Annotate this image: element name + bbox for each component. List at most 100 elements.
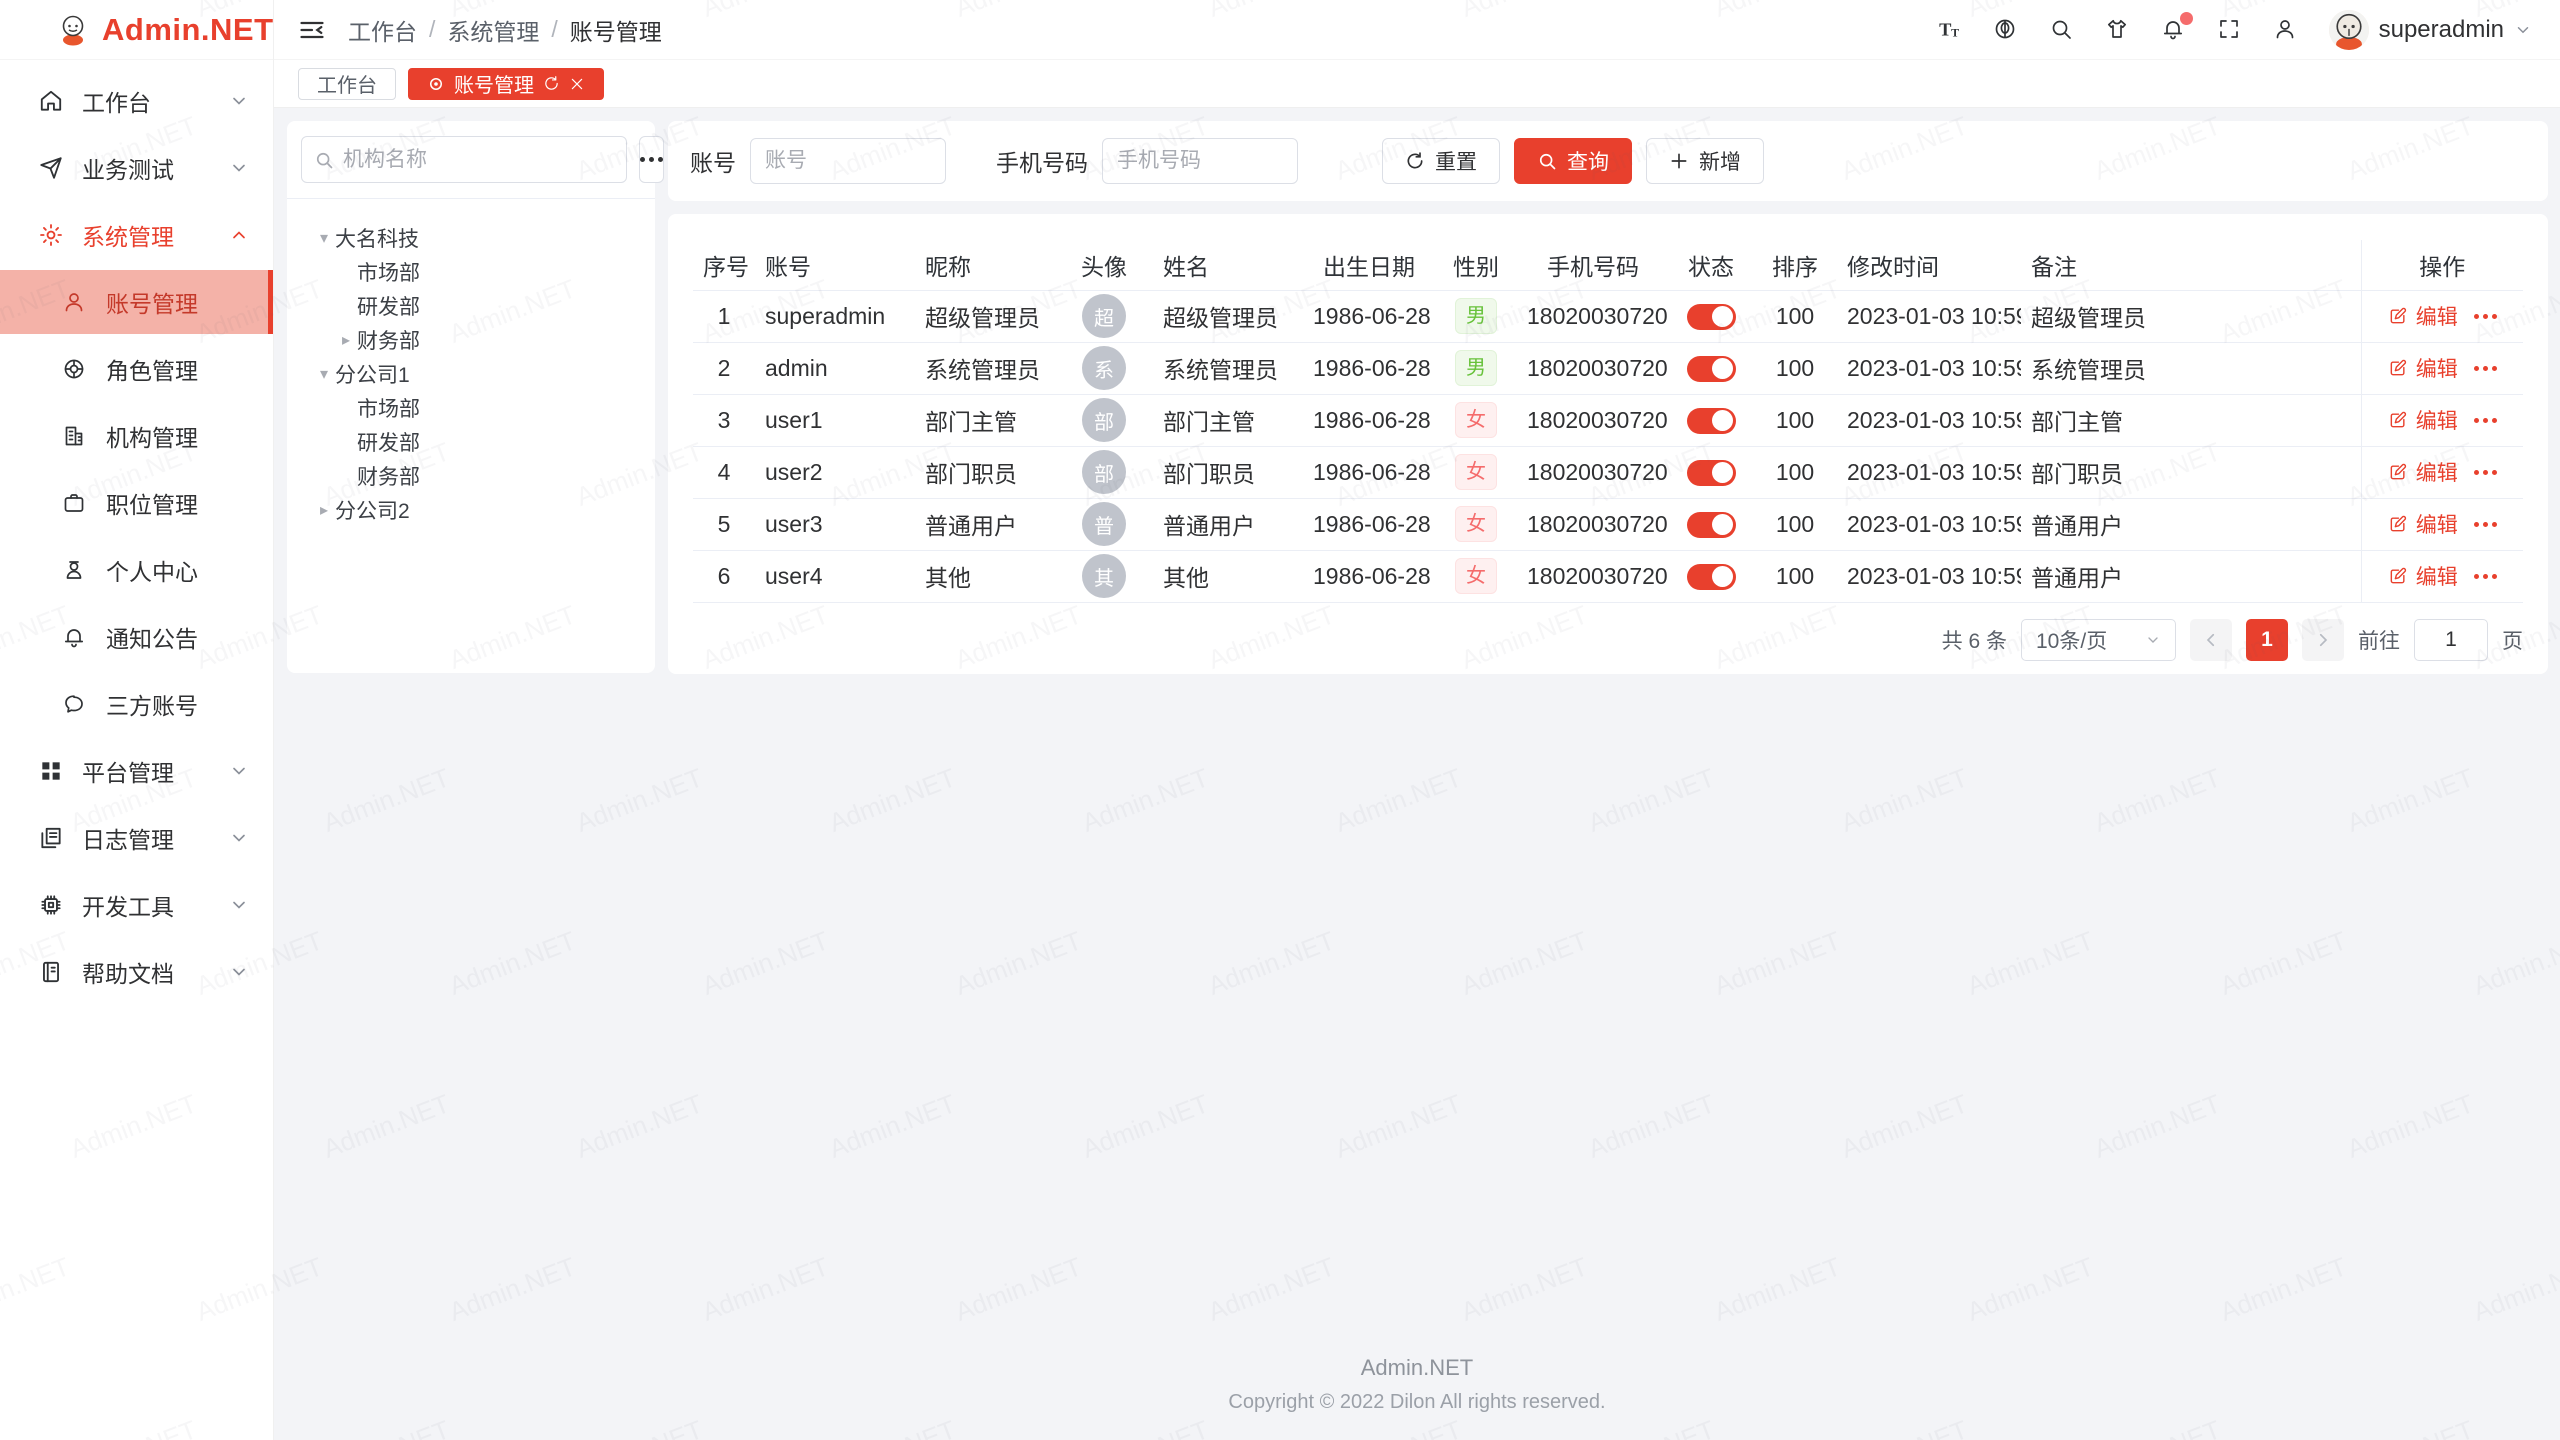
person-icon[interactable] xyxy=(2273,17,2299,43)
sidebar-item-4[interactable]: 日志管理 xyxy=(0,806,273,870)
sidebar-subitem-0[interactable]: 账号管理 xyxy=(0,270,273,334)
tree-node-财务部[interactable]: 财务部 xyxy=(295,459,647,493)
column-header-备注: 备注 xyxy=(2021,240,2361,290)
profile-icon xyxy=(62,558,88,582)
tree-node-研发部[interactable]: 研发部 xyxy=(295,425,647,459)
table-row-user4: 6user4其他其其他1986-06-28女180200307201002023… xyxy=(693,550,2523,602)
menu-collapse-icon[interactable] xyxy=(298,16,326,44)
status-toggle[interactable] xyxy=(1687,356,1736,382)
sidebar-subitem-1[interactable]: 角色管理 xyxy=(0,337,273,401)
sidebar-subitem-3[interactable]: 职位管理 xyxy=(0,471,273,535)
status-toggle[interactable] xyxy=(1687,460,1736,486)
remark-cell: 部门主管 xyxy=(2021,394,2361,446)
org-more-button[interactable] xyxy=(639,136,664,183)
org-tree: ▾大名科技市场部研发部▸财务部▾分公司1市场部研发部财务部▸分公司2 xyxy=(287,199,655,549)
page-number-button[interactable]: 1 xyxy=(2246,619,2288,661)
phone-input[interactable] xyxy=(1102,138,1298,184)
user-icon xyxy=(62,290,88,314)
more-actions-button[interactable] xyxy=(2474,366,2497,371)
more-actions-button[interactable] xyxy=(2474,522,2497,527)
table-row-user2: 4user2部门职员部部门职员1986-06-28女18020030720100… xyxy=(693,446,2523,498)
edit-button[interactable]: 编辑 xyxy=(2388,353,2458,383)
nickname-cell: 其他 xyxy=(915,550,1055,602)
tree-node-市场部[interactable]: 市场部 xyxy=(295,391,647,425)
fullscreen-icon[interactable] xyxy=(2217,17,2243,43)
avatar-cell: 系 xyxy=(1055,342,1153,394)
sidebar-item-6[interactable]: 帮助文档 xyxy=(0,940,273,1004)
chevron-down-icon xyxy=(229,962,249,982)
nickname-cell: 部门职员 xyxy=(915,446,1055,498)
user-menu[interactable]: superadmin xyxy=(2329,10,2532,50)
font-size-icon[interactable]: TT xyxy=(1937,17,1963,43)
edit-button[interactable]: 编辑 xyxy=(2388,405,2458,435)
modified-cell: 2023-01-03 10:59:44 xyxy=(1837,550,2021,602)
edit-icon xyxy=(2388,358,2408,378)
sidebar-item-label: 开发工具 xyxy=(82,888,229,922)
status-toggle[interactable] xyxy=(1687,564,1736,590)
birthday-cell: 1986-06-28 xyxy=(1303,342,1435,394)
status-toggle[interactable] xyxy=(1687,304,1736,330)
tree-node-分公司2[interactable]: ▸分公司2 xyxy=(295,493,647,527)
prev-page-button[interactable] xyxy=(2190,619,2232,661)
notification-icon[interactable] xyxy=(2161,17,2187,43)
svg-text:T: T xyxy=(1951,25,1959,39)
more-actions-button[interactable] xyxy=(2474,314,2497,319)
sidebar-item-0[interactable]: 工作台 xyxy=(0,69,273,133)
edit-button[interactable]: 编辑 xyxy=(2388,509,2458,539)
org-search-input[interactable] xyxy=(343,148,614,172)
theme-icon[interactable] xyxy=(2105,17,2131,43)
role-icon xyxy=(62,357,88,381)
query-button[interactable]: 查询 xyxy=(1514,138,1632,184)
more-actions-button[interactable] xyxy=(2474,418,2497,423)
more-actions-button[interactable] xyxy=(2474,574,2497,579)
caret-collapsed-icon: ▸ xyxy=(335,330,357,350)
tree-node-市场部[interactable]: 市场部 xyxy=(295,255,647,289)
chat-icon xyxy=(62,692,88,716)
next-page-button[interactable] xyxy=(2302,619,2344,661)
tab-账号管理[interactable]: 账号管理 xyxy=(408,68,604,100)
sidebar-item-label: 平台管理 xyxy=(82,754,229,788)
tab-refresh-icon[interactable] xyxy=(543,75,560,92)
status-toggle[interactable] xyxy=(1687,408,1736,434)
nickname-cell: 系统管理员 xyxy=(915,342,1055,394)
sidebar-subitem-6[interactable]: 三方账号 xyxy=(0,672,273,736)
table-row-admin: 2admin系统管理员系系统管理员1986-06-28男180200307201… xyxy=(693,342,2523,394)
goto-page-input[interactable] xyxy=(2414,619,2488,661)
edit-button[interactable]: 编辑 xyxy=(2388,301,2458,331)
tree-node-研发部[interactable]: 研发部 xyxy=(295,289,647,323)
sidebar-subitem-label: 个人中心 xyxy=(106,553,249,587)
account-input[interactable] xyxy=(750,138,946,184)
tree-node-大名科技[interactable]: ▾大名科技 xyxy=(295,221,647,255)
breadcrumb-item[interactable]: 账号管理 xyxy=(570,13,662,47)
sidebar-subitem-2[interactable]: 机构管理 xyxy=(0,404,273,468)
language-icon[interactable] xyxy=(1993,17,2019,43)
sidebar-item-1[interactable]: 业务测试 xyxy=(0,136,273,200)
sidebar-item-2[interactable]: 系统管理 xyxy=(0,203,273,267)
brand-logo[interactable]: Admin.NET xyxy=(0,0,273,60)
sidebar-subitem-4[interactable]: 个人中心 xyxy=(0,538,273,602)
search-icon[interactable] xyxy=(2049,17,2075,43)
gender-tag: 女 xyxy=(1455,402,1497,438)
status-toggle[interactable] xyxy=(1687,512,1736,538)
reset-button[interactable]: 重置 xyxy=(1382,138,1500,184)
breadcrumb-item[interactable]: 系统管理 xyxy=(447,13,539,47)
edit-button[interactable]: 编辑 xyxy=(2388,561,2458,591)
sidebar-item-5[interactable]: 开发工具 xyxy=(0,873,273,937)
breadcrumb-item[interactable]: 工作台 xyxy=(348,13,417,47)
tree-node-分公司1[interactable]: ▾分公司1 xyxy=(295,357,647,391)
page-size-select[interactable]: 10条/页 xyxy=(2021,619,2176,661)
more-actions-button[interactable] xyxy=(2474,470,2497,475)
sidebar-item-3[interactable]: 平台管理 xyxy=(0,739,273,803)
sidebar-subitem-5[interactable]: 通知公告 xyxy=(0,605,273,669)
tab-工作台[interactable]: 工作台 xyxy=(298,68,396,100)
tree-node-财务部[interactable]: ▸财务部 xyxy=(295,323,647,357)
grid-icon xyxy=(38,758,64,784)
remark-cell: 普通用户 xyxy=(2021,498,2361,550)
operations-cell: 编辑 xyxy=(2361,342,2523,394)
add-button[interactable]: 新增 xyxy=(1646,138,1764,184)
edit-button[interactable]: 编辑 xyxy=(2388,457,2458,487)
tab-close-icon[interactable] xyxy=(569,76,585,92)
operations-cell: 编辑 xyxy=(2361,550,2523,602)
breadcrumb-separator: / xyxy=(429,16,435,43)
sidebar-subitem-label: 通知公告 xyxy=(106,620,249,654)
